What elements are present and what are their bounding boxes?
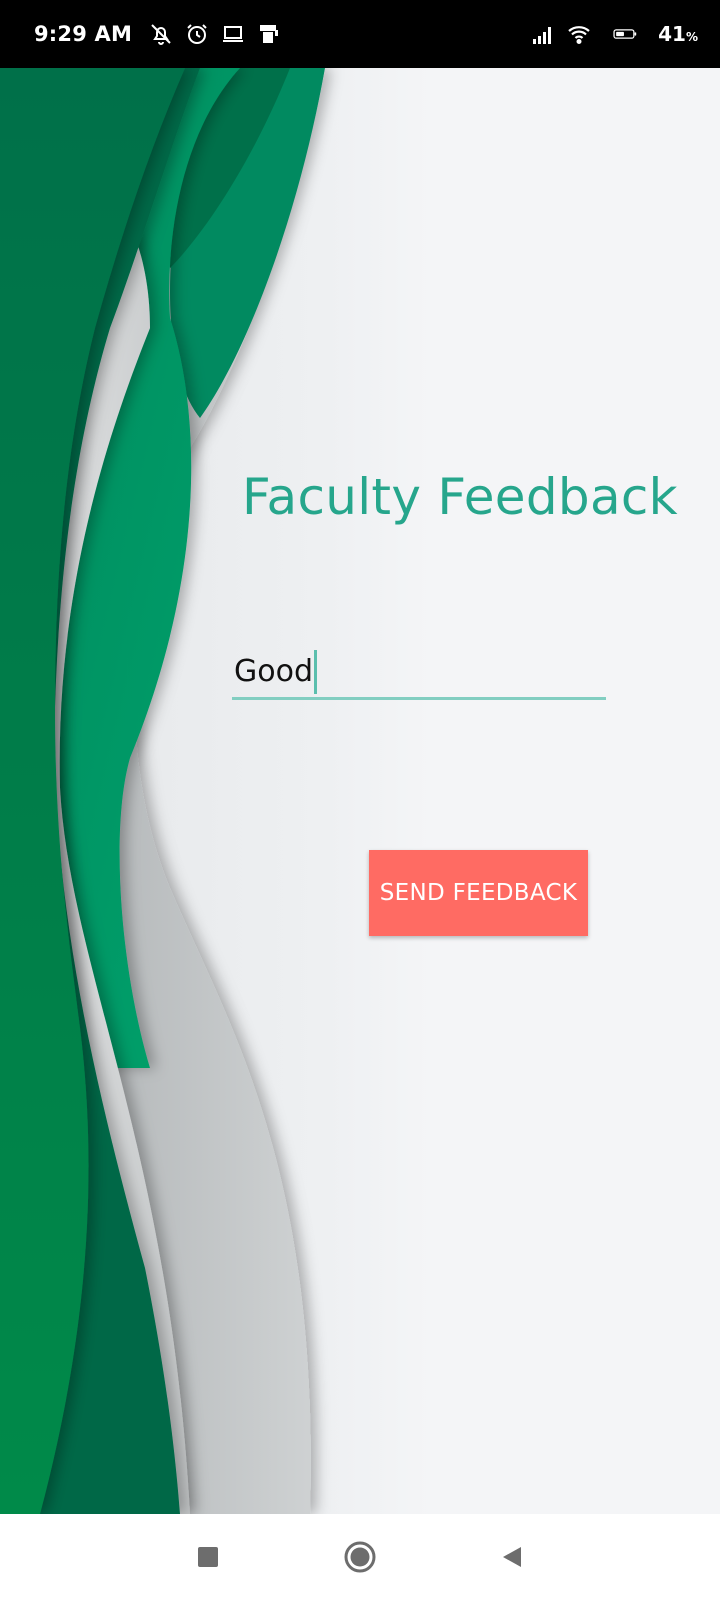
battery-percent-unit: % bbox=[685, 30, 698, 44]
bell-off-icon bbox=[148, 21, 174, 47]
wifi-icon bbox=[566, 21, 592, 47]
status-right: 41% bbox=[530, 21, 698, 47]
wave-background bbox=[0, 68, 325, 1514]
status-time: 9:29 AM bbox=[34, 22, 133, 46]
back-triangle-icon[interactable] bbox=[492, 1537, 532, 1577]
status-left: 9:29 AM bbox=[34, 21, 282, 47]
feedback-input[interactable]: Good bbox=[232, 654, 313, 689]
page-title: Faculty Feedback bbox=[242, 468, 678, 526]
battery-icon bbox=[602, 21, 648, 47]
status-bar: 9:29 AM 41% bbox=[0, 0, 720, 68]
alarm-icon bbox=[184, 21, 210, 47]
signal-icon bbox=[530, 21, 556, 47]
send-feedback-button[interactable]: SEND FEEDBACK bbox=[369, 850, 588, 936]
recents-square-icon[interactable] bbox=[188, 1537, 228, 1577]
battery-percent-value: 41 bbox=[658, 22, 686, 46]
storage-icon bbox=[256, 21, 282, 47]
home-circle-icon[interactable] bbox=[340, 1537, 380, 1577]
app-screen: Faculty Feedback Good SEND FEEDBACK bbox=[0, 68, 720, 1514]
text-cursor bbox=[314, 649, 317, 694]
navigation-bar bbox=[0, 1514, 720, 1600]
laptop-icon bbox=[220, 21, 246, 47]
feedback-field[interactable]: Good bbox=[232, 646, 606, 700]
battery-percent: 41% bbox=[658, 22, 698, 46]
